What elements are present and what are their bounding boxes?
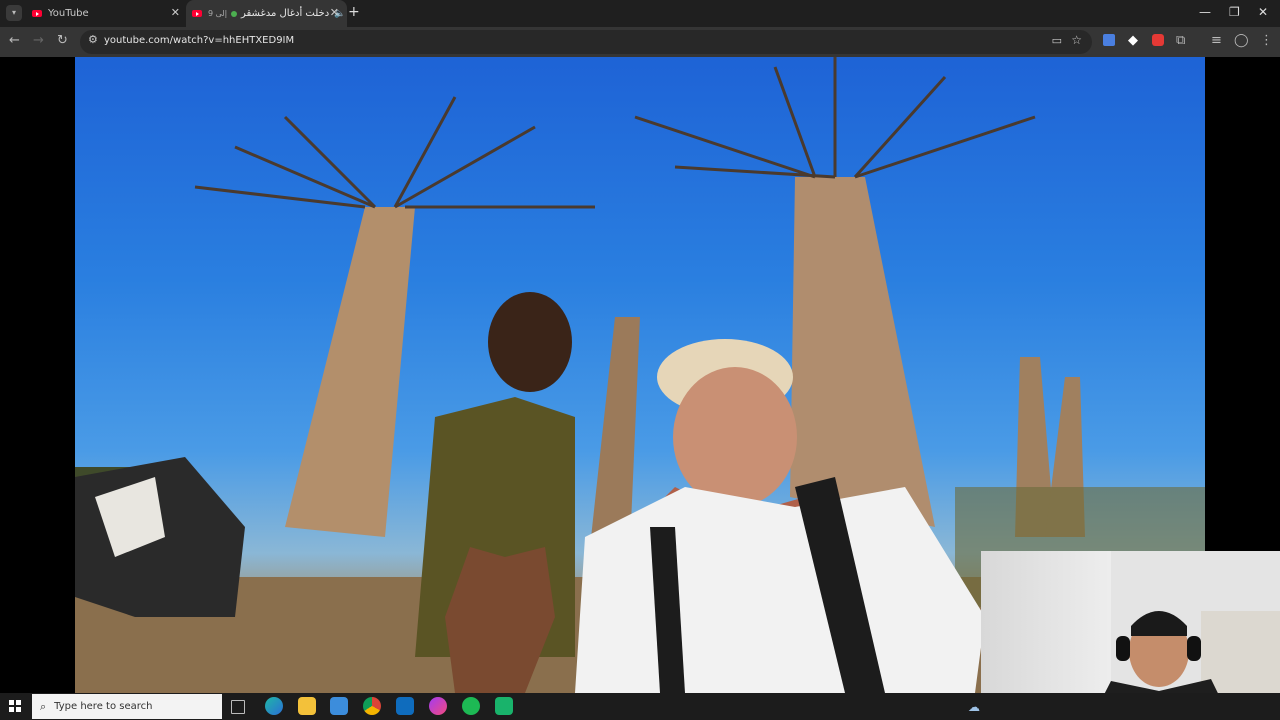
reload-icon[interactable]: ↻	[57, 33, 68, 49]
search-icon: ⌕	[40, 699, 47, 713]
chrome-icon[interactable]	[363, 697, 381, 715]
new-tab-icon[interactable]: +	[348, 4, 360, 20]
url-text: youtube.com/watch?v=hhEHTXED9IM	[104, 35, 295, 46]
search-placeholder: Type here to search	[54, 701, 153, 712]
browser-tab-strip: ▾ YouTube ✕ 9 إلى دخلت أدغال مدغشقر 🔈 ✕ …	[0, 0, 1280, 27]
app-green-icon[interactable]	[495, 697, 513, 715]
file-explorer-icon[interactable]	[298, 697, 316, 715]
weather-cloud-icon[interactable]: ☁	[968, 700, 980, 714]
site-info-icon[interactable]: ⚙	[88, 33, 98, 46]
windows-taskbar: ⌕ Type here to search ☁	[0, 693, 1280, 720]
browser-toolbar: ← → ↻ ⚙ youtube.com/watch?v=hhEHTXED9IM …	[0, 27, 1280, 57]
address-bar[interactable]: ⚙ youtube.com/watch?v=hhEHTXED9IM ▭ ☆	[80, 30, 1092, 54]
youtube-favicon-icon	[192, 10, 202, 17]
profile-avatar-icon[interactable]: ◯	[1234, 33, 1249, 49]
red-extension-icon[interactable]	[1152, 34, 1164, 46]
youtube-favicon-icon	[32, 10, 42, 17]
taskbar-search-box[interactable]: ⌕ Type here to search	[32, 694, 222, 719]
back-icon[interactable]: ←	[9, 33, 20, 49]
tab-prefix: 9 إلى	[208, 9, 227, 18]
reading-list-icon[interactable]: ≡	[1211, 33, 1222, 49]
windows-start-icon[interactable]	[9, 700, 21, 712]
tab-title: دخلت أدغال مدغشقر	[240, 8, 330, 19]
tab-youtube[interactable]: YouTube ✕	[26, 0, 188, 27]
extensions-puzzle-icon[interactable]: ⧉	[1176, 33, 1185, 49]
forward-icon[interactable]: →	[33, 33, 44, 49]
close-icon[interactable]: ✕	[171, 6, 180, 19]
tab-title: YouTube	[48, 8, 89, 19]
tab-search-chevron-icon[interactable]: ▾	[6, 5, 22, 21]
tab-video[interactable]: 9 إلى دخلت أدغال مدغشقر 🔈 ✕	[186, 0, 347, 27]
close-window-icon[interactable]: ✕	[1258, 5, 1268, 19]
minimize-icon[interactable]: —	[1199, 5, 1211, 19]
restore-icon[interactable]: ❐	[1229, 5, 1240, 19]
diamond-extension-icon[interactable]: ◆	[1128, 33, 1138, 49]
recording-dot-icon	[230, 10, 237, 17]
store-icon[interactable]	[330, 697, 348, 715]
translate-extension-icon[interactable]	[1103, 34, 1115, 46]
menu-more-icon[interactable]: ⋮	[1260, 33, 1273, 49]
outlook-icon[interactable]	[396, 697, 414, 715]
edge-browser-icon[interactable]	[265, 697, 283, 715]
spotify-icon[interactable]	[462, 697, 480, 715]
close-icon[interactable]: ✕	[330, 6, 339, 19]
task-view-icon[interactable]	[231, 700, 245, 714]
messenger-icon[interactable]	[429, 697, 447, 715]
bookmark-star-icon[interactable]: ☆	[1071, 33, 1082, 47]
install-app-icon[interactable]: ▭	[1052, 34, 1062, 47]
